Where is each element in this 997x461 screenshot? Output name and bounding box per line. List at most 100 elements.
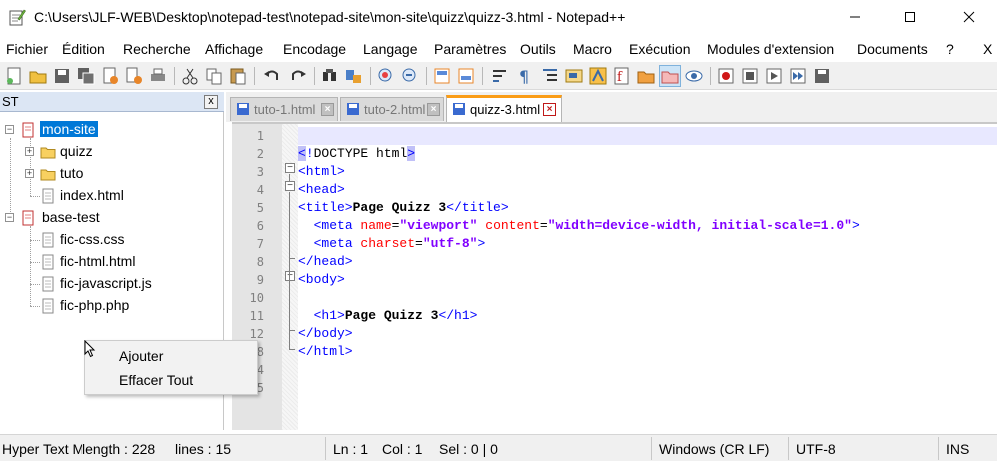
zoom-out-icon[interactable]: [400, 66, 420, 86]
menu-recherche[interactable]: Recherche: [123, 41, 191, 57]
context-menu-effacer-tout[interactable]: Effacer Tout: [119, 372, 193, 388]
tree-item-tuto[interactable]: + tuto: [0, 164, 224, 184]
menu-modules[interactable]: Modules d'extension: [707, 41, 834, 57]
tab-quizz-3[interactable]: quizz-3.html ×: [446, 95, 562, 122]
code-token: </h1>: [438, 308, 478, 323]
status-separator: [938, 437, 939, 460]
menu-outils[interactable]: Outils: [520, 41, 556, 57]
line-number: 5: [256, 201, 264, 215]
replace-icon[interactable]: [344, 66, 364, 86]
close-all-icon[interactable]: [124, 66, 144, 86]
code-token: </title>: [446, 200, 509, 215]
close-file-icon[interactable]: [100, 66, 120, 86]
tree-item-label: fic-html.html: [60, 253, 136, 269]
save-all-icon[interactable]: [76, 66, 96, 86]
open-file-icon[interactable]: [28, 66, 48, 86]
context-menu-ajouter[interactable]: Ajouter: [119, 348, 163, 364]
word-wrap-icon[interactable]: [490, 66, 510, 86]
doc-map-icon[interactable]: [588, 66, 608, 86]
code-token: <meta: [313, 236, 361, 251]
menu-execution[interactable]: Exécution: [629, 41, 690, 57]
close-window-button[interactable]: [946, 0, 992, 34]
menu-fichier[interactable]: Fichier: [6, 41, 48, 57]
tab-close-icon[interactable]: ×: [543, 103, 556, 116]
expand-icon[interactable]: +: [25, 169, 34, 178]
menu-help[interactable]: ?: [946, 41, 954, 57]
status-length: length : 228: [82, 441, 156, 457]
menu-macro[interactable]: Macro: [573, 41, 612, 57]
fold-marker-icon[interactable]: −: [285, 163, 295, 173]
tree-item-label: tuto: [60, 165, 84, 181]
toolbar-separator: [482, 67, 483, 85]
tab-tuto-1[interactable]: tuto-1.html ×: [230, 97, 338, 121]
tree-item-quizz[interactable]: + quizz: [0, 142, 224, 162]
paste-icon[interactable]: [228, 66, 248, 86]
save-icon[interactable]: [52, 66, 72, 86]
status-eol[interactable]: Windows (CR LF): [659, 441, 769, 457]
indent-guide-icon[interactable]: [540, 66, 560, 86]
tab-tuto-2[interactable]: tuto-2.html ×: [340, 97, 444, 121]
context-menu: Ajouter Effacer Tout: [84, 340, 258, 395]
code-line: <h1>Page Quizz 3</h1>: [298, 307, 997, 325]
expand-icon[interactable]: +: [25, 147, 34, 156]
print-icon[interactable]: [148, 66, 168, 86]
tab-close-icon[interactable]: ×: [427, 103, 440, 116]
menu-edition[interactable]: Édition: [62, 41, 105, 57]
close-document-button[interactable]: X: [983, 41, 992, 57]
new-file-icon[interactable]: [4, 66, 24, 86]
status-encoding[interactable]: UTF-8: [796, 441, 836, 457]
project-panel-icon[interactable]: [659, 65, 681, 87]
fold-marker-icon[interactable]: −: [285, 271, 295, 281]
sync-vertical-icon[interactable]: [432, 66, 452, 86]
maximize-button[interactable]: [887, 0, 933, 34]
copy-icon[interactable]: [204, 66, 224, 86]
cut-icon[interactable]: [180, 66, 200, 86]
zoom-in-icon[interactable]: [376, 66, 396, 86]
minimize-button[interactable]: [832, 0, 878, 34]
monitoring-icon[interactable]: [684, 66, 704, 86]
status-insert-mode[interactable]: INS: [946, 441, 969, 457]
line-number: 1: [256, 129, 264, 143]
tree-item-fic-javascript[interactable]: fic-javascript.js: [0, 274, 224, 294]
panel-title: ST: [2, 94, 19, 109]
undo-icon[interactable]: [262, 66, 282, 86]
line-number: 8: [256, 255, 264, 269]
menu-encodage[interactable]: Encodage: [283, 41, 346, 57]
run-macro-multiple-icon[interactable]: [788, 66, 808, 86]
tree-item-fic-css[interactable]: fic-css.css: [0, 230, 224, 250]
play-macro-icon[interactable]: [764, 66, 784, 86]
code-editor[interactable]: 1 2 3 4 5 6 7 8 9 10 11 12 8 4 5 <!DOCTYPE html> <html>…: [232, 122, 997, 430]
tab-close-icon[interactable]: ×: [321, 103, 334, 116]
tree-item-index-html[interactable]: index.html: [0, 186, 224, 206]
line-number: 10: [249, 291, 264, 305]
collapse-icon[interactable]: −: [5, 213, 14, 222]
tree-item-fic-html[interactable]: fic-html.html: [0, 252, 224, 272]
fold-line: [289, 192, 290, 268]
tree-item-base-test[interactable]: − base-test: [0, 208, 224, 228]
find-icon[interactable]: [320, 66, 340, 86]
collapse-icon[interactable]: −: [5, 125, 14, 134]
folder-workspace-icon[interactable]: [636, 66, 656, 86]
folder-icon: [40, 147, 56, 159]
status-column: Col : 1: [382, 441, 423, 457]
menu-documents[interactable]: Documents: [857, 41, 928, 57]
tree-item-fic-php[interactable]: fic-php.php: [0, 296, 224, 316]
menu-langage[interactable]: Langage: [363, 41, 418, 57]
menu-parametres[interactable]: Paramètres: [434, 41, 506, 57]
function-list-icon[interactable]: f: [612, 66, 632, 86]
user-lang-icon[interactable]: [564, 66, 584, 86]
fold-marker-icon[interactable]: −: [285, 181, 295, 191]
sync-horizontal-icon[interactable]: [456, 66, 476, 86]
code-token: DOCTYPE html: [313, 146, 408, 161]
line-number: 3: [256, 165, 264, 179]
record-macro-icon[interactable]: [716, 66, 736, 86]
save-macro-icon[interactable]: [812, 66, 832, 86]
tree-item-mon-site[interactable]: − mon-site: [0, 120, 224, 140]
redo-icon[interactable]: [288, 66, 308, 86]
line-number: 11: [249, 309, 264, 323]
tree-item-label: fic-php.php: [60, 297, 130, 313]
show-all-chars-icon[interactable]: ¶: [514, 66, 534, 86]
stop-macro-icon[interactable]: [740, 66, 760, 86]
panel-close-button[interactable]: x: [204, 95, 218, 109]
menu-affichage[interactable]: Affichage: [205, 41, 263, 57]
